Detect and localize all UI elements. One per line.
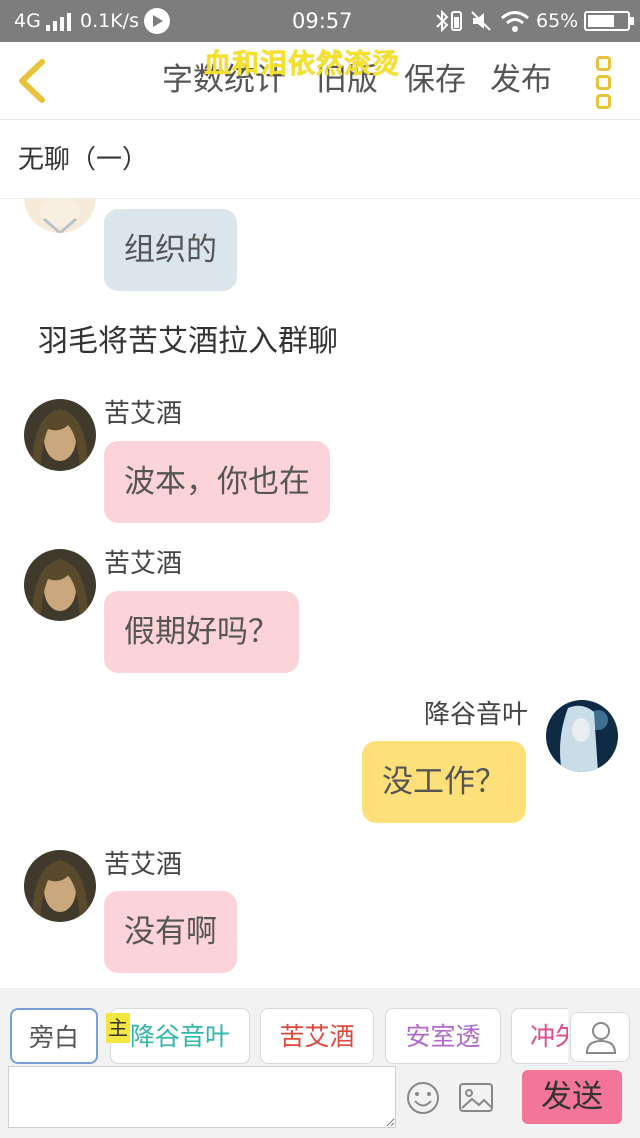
avatar-vermouth bbox=[24, 399, 96, 471]
role-furuya[interactable]: 降谷音叶 bbox=[110, 1008, 250, 1064]
network-type: 4G bbox=[14, 10, 41, 32]
sender-name: 降谷音叶 bbox=[424, 700, 529, 730]
sender-name: 苦艾酒 bbox=[104, 850, 183, 880]
role-selector: 旁白 降谷音叶 苦艾酒 安室透 冲矢 bbox=[0, 1000, 568, 1070]
battery-icon bbox=[584, 11, 630, 31]
avatar-vermouth bbox=[24, 850, 96, 922]
mute-icon bbox=[471, 11, 491, 31]
sender-name: 苦艾酒 bbox=[104, 399, 183, 429]
message-bubble[interactable]: 假期好吗？ bbox=[104, 591, 299, 673]
role-manage-button[interactable] bbox=[570, 1012, 630, 1062]
scrolling-banner: 血和泪依然滚烫 bbox=[204, 49, 400, 80]
message-bubble[interactable]: 组织的 bbox=[104, 209, 237, 291]
message-bubble[interactable]: 波本，你也在 bbox=[104, 441, 330, 523]
signal-icon bbox=[46, 13, 71, 31]
main-role-tag: 主 bbox=[106, 1013, 130, 1043]
more-menu-icon[interactable] bbox=[596, 56, 611, 113]
message-bubble[interactable]: 没有啊 bbox=[104, 891, 237, 973]
message-input[interactable] bbox=[8, 1066, 396, 1128]
back-icon[interactable] bbox=[14, 56, 50, 106]
system-message: 羽毛将苦艾酒拉入群聊 bbox=[38, 324, 338, 359]
role-vermouth[interactable]: 苦艾酒 bbox=[260, 1008, 374, 1064]
message-bubble[interactable]: 没工作？ bbox=[362, 741, 526, 823]
network-speed: 0.1K/s bbox=[80, 10, 139, 32]
status-bar: 4G 0.1K/s 09:57 65% bbox=[0, 0, 640, 42]
role-amuro[interactable]: 安室透 bbox=[385, 1008, 501, 1064]
editor-toolbar: 字数统计 旧版 保存 发布 血和泪依然滚烫 bbox=[0, 42, 640, 120]
chat-editor-screen: 4G 0.1K/s 09:57 65% 字数统计 旧版 保存 发布 血和泪依然滚… bbox=[0, 0, 640, 1138]
person-icon bbox=[585, 1022, 617, 1054]
emoji-icon[interactable] bbox=[405, 1080, 441, 1116]
sender-name: 苦艾酒 bbox=[104, 549, 183, 579]
role-narrator[interactable]: 旁白 bbox=[10, 1008, 98, 1064]
wifi-icon bbox=[501, 11, 529, 32]
battery-percent: 65% bbox=[536, 10, 579, 32]
role-okiya[interactable]: 冲矢 bbox=[511, 1008, 568, 1064]
avatar-protagonist bbox=[546, 700, 618, 772]
bluetooth-icon bbox=[436, 9, 462, 33]
publish-button[interactable]: 发布 bbox=[490, 62, 552, 98]
image-icon[interactable] bbox=[458, 1081, 496, 1115]
chat-app-icon bbox=[144, 8, 170, 34]
save-button[interactable]: 保存 bbox=[404, 62, 466, 98]
chat-area: 组织的 羽毛将苦艾酒拉入群聊 苦艾酒 波本，你也在 苦艾酒 假期好吗？ 降谷音叶… bbox=[0, 199, 640, 988]
send-button[interactable]: 发送 bbox=[522, 1070, 622, 1124]
avatar-vermouth bbox=[24, 549, 96, 621]
chapter-title[interactable]: 无聊（一） bbox=[18, 140, 148, 180]
avatar-partial bbox=[24, 199, 96, 233]
clock: 09:57 bbox=[292, 9, 353, 33]
